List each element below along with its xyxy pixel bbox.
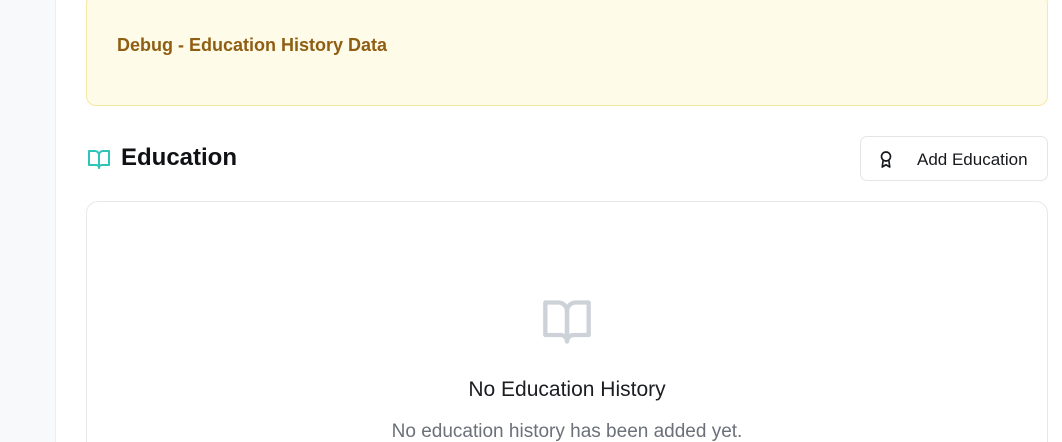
education-section-header: Education Add Education (86, 136, 1048, 181)
open-book-icon (88, 150, 110, 169)
education-empty-state: No Education History No education histor… (86, 201, 1048, 442)
open-book-icon (543, 300, 591, 344)
award-ribbon-icon (880, 151, 892, 168)
empty-state-description: No education history has been added yet. (391, 421, 743, 442)
section-title: Education (121, 144, 238, 171)
empty-state-title: No Education History (468, 378, 666, 401)
add-education-button[interactable]: Add Education (860, 136, 1048, 181)
debug-title: Debug - Education History Data (117, 35, 388, 55)
debug-panel: Debug - Education History Data (86, 0, 1048, 106)
page: Debug - Education History Data Education… (0, 0, 1062, 442)
left-sidebar (0, 0, 56, 442)
add-education-label: Add Education (917, 150, 1028, 169)
